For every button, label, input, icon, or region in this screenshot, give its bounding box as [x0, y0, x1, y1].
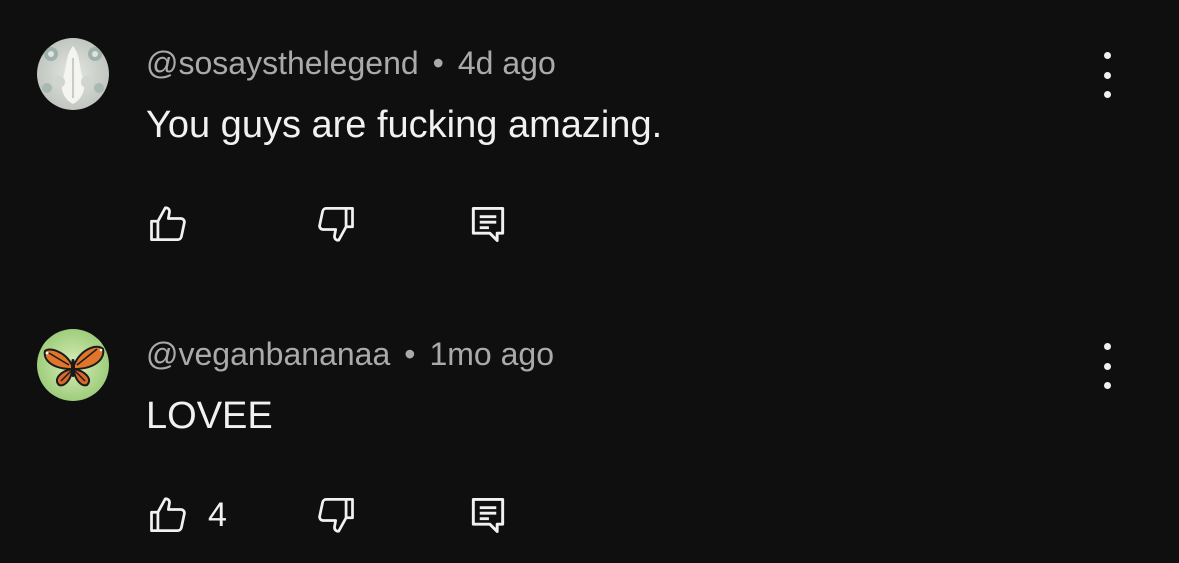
dislike-button[interactable] [314, 493, 358, 537]
more-vert-dot [1103, 71, 1111, 79]
author-handle[interactable]: @sosaysthelegend [146, 45, 419, 81]
thumb-up-icon [150, 206, 186, 241]
dislike-button[interactable] [314, 202, 358, 246]
comment-text: You guys are fucking amazing. [146, 104, 663, 146]
more-options-button[interactable] [1092, 52, 1122, 98]
more-vert-icon [1103, 343, 1111, 350]
meta-separator: • [404, 336, 416, 372]
like-button[interactable] [146, 202, 208, 246]
avatar[interactable] [37, 38, 109, 110]
comment-item: @veganbananaa • 1mo ago LOVEE 4 [0, 291, 1179, 551]
comment-actions [146, 202, 566, 246]
comment-text: LOVEE [146, 395, 273, 437]
thumb-down-icon [318, 498, 354, 533]
like-count: 4 [208, 496, 227, 534]
comment-reply-icon [471, 497, 505, 533]
reply-button[interactable] [466, 202, 510, 246]
thumb-up-icon [150, 497, 186, 532]
monarch-butterfly-avatar-icon [37, 329, 109, 401]
comments-list: @sosaysthelegend • 4d ago You guys are fuc… [0, 0, 1179, 563]
like-button[interactable]: 4 [146, 493, 227, 537]
comment-reply-icon [471, 206, 505, 242]
comment-meta: @veganbananaa • 1mo ago [146, 335, 554, 373]
more-vert-dot [1103, 382, 1111, 389]
comment-timestamp[interactable]: 4d ago [458, 45, 556, 81]
comment-actions: 4 [146, 493, 566, 537]
avatar[interactable] [37, 329, 109, 401]
more-options-button[interactable] [1092, 343, 1122, 389]
more-vert-dot [1103, 91, 1111, 98]
more-vert-icon [1103, 52, 1111, 59]
comment-item: @sosaysthelegend • 4d ago You guys are fuc… [0, 0, 1179, 260]
author-handle[interactable]: @veganbananaa [146, 336, 390, 372]
comment-meta: @sosaysthelegend • 4d ago [146, 44, 556, 82]
comment-timestamp[interactable]: 1mo ago [429, 336, 554, 372]
meta-separator: • [432, 45, 444, 81]
thumb-down-icon [318, 207, 354, 242]
ornamental-sculpture-avatar-icon [37, 38, 109, 110]
more-vert-dot [1103, 362, 1111, 370]
reply-button[interactable] [466, 493, 510, 537]
